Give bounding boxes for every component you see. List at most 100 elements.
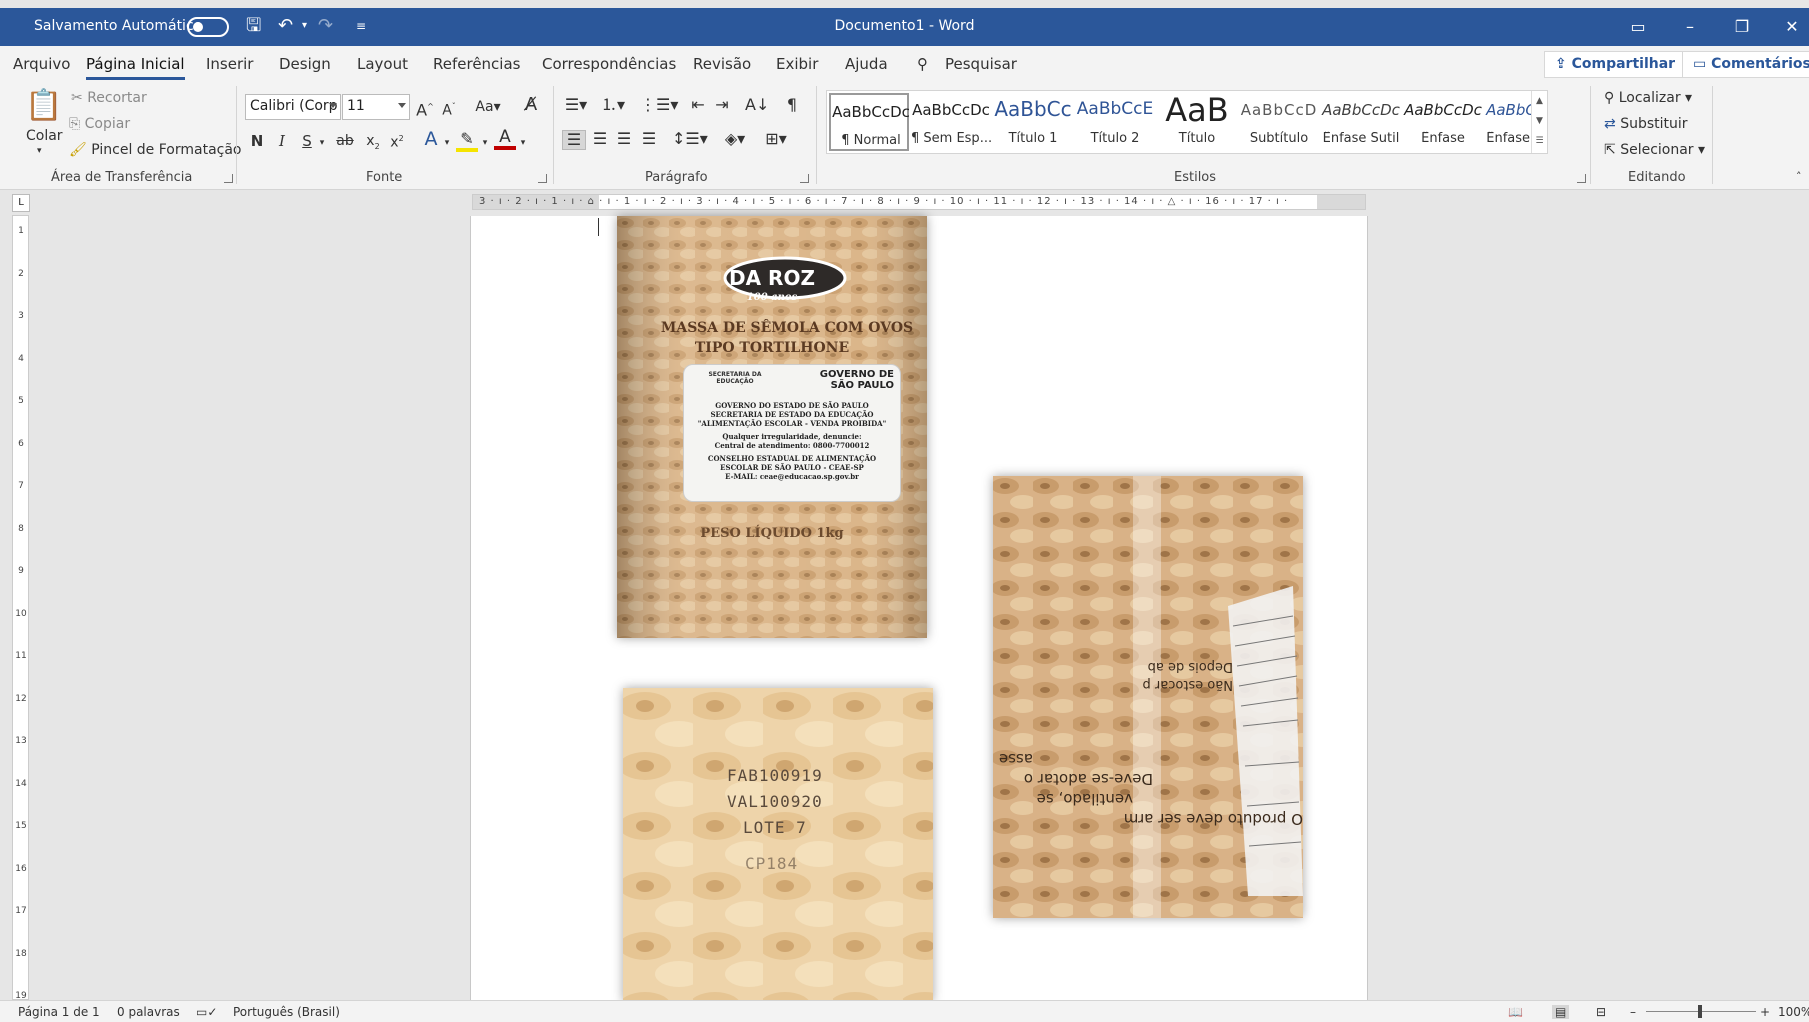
highlight-dropdown-icon[interactable]: ▾ [480,134,490,152]
paragraph-launcher-icon[interactable] [800,174,809,183]
show-marks-icon[interactable]: ¶ [782,96,802,114]
font-color-icon[interactable]: A [494,128,516,150]
shading-icon[interactable]: ◈▾ [719,130,751,148]
sort-icon[interactable]: A↓ [745,96,769,114]
restore-button[interactable]: ❐ [1722,14,1762,40]
zoom-out-icon[interactable]: – [1630,1005,1636,1019]
style-subtitle[interactable]: AaBbCcD Subtítulo [1239,93,1319,151]
style-no-spacing[interactable]: AaBbCcDc ¶ Sem Esp... [911,93,991,151]
comments-button[interactable]: ▭ Comentários [1682,51,1809,78]
tab-layout[interactable]: Layout [357,55,408,73]
word-count[interactable]: 0 palavras [117,1005,180,1019]
chevron-up-icon[interactable]: ▲ [1532,91,1547,111]
pasta-stamp-photo[interactable]: FAB100919 VAL100920 LOTE 7 CP184 [623,688,933,1002]
style-emphasis[interactable]: AaBbCcDc Ênfase [1403,93,1483,151]
label-line: E-MAIL: ceae@educacao.sp.gov.br [725,472,859,481]
underline-dropdown-icon[interactable]: ▾ [317,134,327,152]
style-heading-2[interactable]: AaBbCcE Título 2 [1075,93,1155,151]
web-layout-icon[interactable]: ⊟ [1596,1005,1606,1019]
underline-button[interactable]: S [298,132,316,150]
tab-arquivo[interactable]: Arquivo [13,55,70,73]
ribbon: 📋 Colar ▾ ✂ Recortar ⎘ Copiar 🖌 Pincel d… [0,84,1809,190]
copy-button[interactable]: ⎘ Copiar [69,116,130,132]
text-effects-icon[interactable]: A [420,130,442,149]
borders-icon[interactable]: ⊞▾ [758,130,794,148]
grow-font-icon[interactable]: A^ [416,98,434,119]
read-mode-icon[interactable]: 📖 [1508,1005,1523,1019]
styles-launcher-icon[interactable] [1577,174,1586,183]
align-right-icon[interactable]: ☰ [613,130,635,148]
page-count[interactable]: Página 1 de 1 [18,1005,100,1019]
style-intense-emphasis[interactable]: AaBbCcDc Ênfase Int... [1485,93,1531,151]
group-paragraph-label: Parágrafo [645,170,708,185]
search-icon[interactable]: ⚲ [917,55,928,73]
tab-design[interactable]: Design [279,55,331,73]
document-page[interactable]: DA ROZ 100 anos MASSA DE SÊMOLA COM OVOS… [470,216,1368,1002]
horizontal-ruler[interactable]: 3 · ı · 2 · ı · 1 · ı · ⌂ · ı · 1 · ı · … [472,194,1366,210]
strikethrough-button[interactable]: ab [334,132,356,150]
search-label[interactable]: Pesquisar [945,55,1017,73]
style-heading-1[interactable]: AaBbCc Título 1 [993,93,1073,151]
chevron-down-icon[interactable]: ▼ [1532,111,1547,131]
styles-scroll[interactable]: ▲ ▼ ☰ [1531,91,1547,153]
line-spacing-icon[interactable]: ↕☰▾ [672,130,708,148]
style-title[interactable]: AaB Título [1157,91,1237,151]
text-effects-dropdown-icon[interactable]: ▾ [442,134,452,152]
font-size-combo[interactable]: 11 [342,94,410,120]
numbering-icon[interactable]: ⒈▾ [600,96,626,114]
bold-button[interactable]: N [248,132,266,150]
superscript-icon[interactable]: x2 [388,130,406,152]
italic-button[interactable]: I [273,132,291,150]
tab-selector-icon[interactable]: L [12,194,30,212]
decrease-indent-icon[interactable]: ⇤ [688,96,708,114]
tab-exibir[interactable]: Exibir [776,55,818,73]
ribbon-display-icon[interactable]: ▭ [1618,14,1658,40]
collapse-ribbon-icon[interactable]: ˄ [1796,170,1802,183]
package-back-photo[interactable]: Não estocar p Depois de ab O produto dev… [993,476,1303,918]
paste-dropdown-icon[interactable]: ▾ [37,146,42,156]
bullets-icon[interactable]: ☰▾ [563,96,589,114]
font-color-dropdown-icon[interactable]: ▾ [518,134,528,152]
tab-inserir[interactable]: Inserir [206,55,253,73]
cut-button[interactable]: ✂ Recortar [71,90,147,106]
shrink-font-icon[interactable]: Aˇ [440,98,458,120]
font-launcher-icon[interactable] [538,174,547,183]
tab-pagina-inicial[interactable]: Página Inicial [86,55,185,80]
paste-label[interactable]: Colar [26,128,63,144]
share-button[interactable]: ⇪ Compartilhar [1544,51,1687,78]
replace-button[interactable]: ⇄ Substituir [1604,116,1688,132]
justify-icon[interactable]: ☰ [638,130,660,148]
zoom-slider-thumb[interactable] [1698,1005,1702,1018]
close-button[interactable]: ✕ [1772,14,1809,40]
highlight-icon[interactable]: ✎ [456,130,478,152]
more-styles-icon[interactable]: ☰ [1532,131,1547,151]
tab-referencias[interactable]: Referências [433,55,520,73]
language-label[interactable]: Português (Brasil) [233,1005,340,1019]
tab-revisao[interactable]: Revisão [693,55,751,73]
select-button[interactable]: ⇱ Selecionar ▾ [1604,142,1705,158]
vertical-ruler[interactable]: 1 2 3 4 5 6 7 8 9 10 11 12 13 14 15 16 17 18 19 [12,215,29,1001]
tab-ajuda[interactable]: Ajuda [845,55,888,73]
paste-icon[interactable]: 📋 [24,88,64,124]
pasta-package-photo[interactable]: DA ROZ 100 anos MASSA DE SÊMOLA COM OVOS… [617,216,927,638]
style-normal[interactable]: AaBbCcDc ¶ Normal [829,93,910,151]
subscript-icon[interactable]: x2 [364,132,382,156]
align-left-icon[interactable]: ☰ [562,130,586,150]
change-case-button[interactable]: Aa▾ [472,98,504,116]
style-subtle-emphasis[interactable]: AaBbCcDc Ênfase Sutil [1321,93,1401,151]
tab-correspondencias[interactable]: Correspondências [542,55,676,73]
increase-indent-icon[interactable]: ⇥ [712,96,732,114]
multilevel-list-icon[interactable]: ⋮☰▾ [640,96,678,114]
find-button[interactable]: ⚲ Localizar ▾ [1604,90,1692,106]
minimize-button[interactable]: – [1670,14,1710,40]
format-painter-button[interactable]: 🖌 Pincel de Formatação [69,142,242,158]
zoom-in-icon[interactable]: + [1760,1005,1770,1019]
clear-format-icon[interactable]: A̸ [520,96,542,114]
clipboard-launcher-icon[interactable] [224,174,233,183]
font-name-combo[interactable]: Calibri (Corp [245,94,341,120]
zoom-level[interactable]: 100% [1778,1005,1809,1019]
align-center-icon[interactable]: ☰ [589,130,611,148]
proofing-icon[interactable]: ▭✓ [196,1005,217,1019]
print-layout-icon[interactable]: ▤ [1552,1005,1570,1019]
style-name: Título 1 [1008,131,1058,146]
